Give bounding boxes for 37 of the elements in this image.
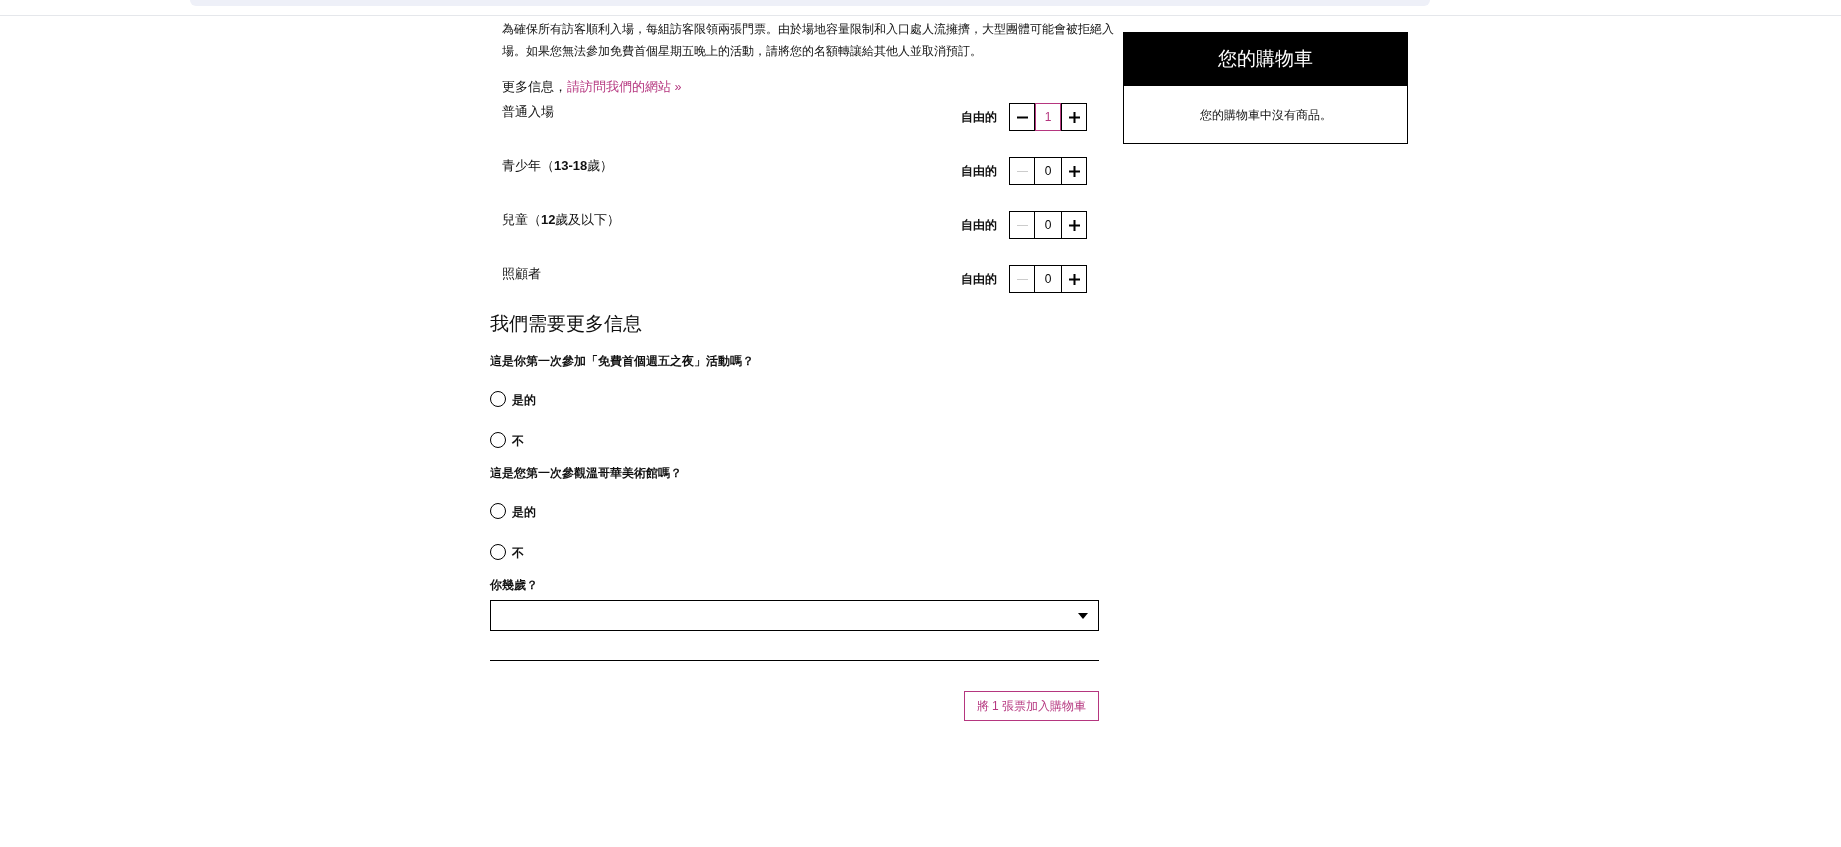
caret-icon (1078, 612, 1088, 619)
decrement-button[interactable] (1009, 103, 1035, 131)
increment-button[interactable] (1061, 103, 1087, 131)
option-label: 是的 (512, 505, 536, 521)
website-link[interactable]: 請訪問我們的網站 » (567, 76, 682, 98)
cart-title: 您的購物車 (1124, 33, 1407, 86)
availability-text: 自由的 (961, 109, 997, 126)
ticket-label: 普通入場 (502, 103, 554, 121)
quantity-field[interactable]: 0 (1035, 157, 1061, 185)
plus-icon (1068, 219, 1080, 231)
intro-paragraph: 為確保所有訪客順利入場，每組訪客限領兩張門票。由於場地容量限制和入口處人流擁擠，大型團體可能會被拒絕入場。如果您無法參加免費首個星期五晚上的活動，請將您的名額轉讓給其他人並取消預訂。 (501, 21, 1115, 60)
quantity-field[interactable]: 0 (1035, 265, 1061, 293)
question-label: 你幾歲？ (490, 578, 539, 593)
plus-icon (1068, 165, 1080, 177)
availability-text: 自由的 (961, 163, 997, 180)
question-label: 這是你第一次參加「免費首個週五之夜」活動嗎？ (490, 353, 755, 369)
add-to-cart-button[interactable]: 將 1 張票加入購物車 (963, 691, 1099, 722)
option-label: 不 (512, 434, 524, 450)
empty-cart-message: 您的購物車中沒有商品。 (1199, 106, 1332, 124)
increment-button[interactable] (1061, 265, 1087, 293)
question-label: 這是您第一次參觀溫哥華美術館嗎？ (490, 465, 683, 481)
availability-text: 自由的 (961, 217, 997, 234)
increment-button[interactable] (1061, 157, 1087, 185)
quantity-field[interactable]: 0 (1035, 211, 1061, 239)
increment-button[interactable] (1061, 211, 1087, 239)
option-label: 是的 (512, 393, 536, 409)
ticket-label: 青少年（13-18歲） (502, 157, 614, 175)
ticket-label: 照顧者 (502, 265, 541, 283)
plus-icon (1068, 273, 1080, 285)
section-heading: 我們需要更多信息 (490, 312, 643, 336)
ticket-label: 兒童（12歲及以下） (502, 211, 621, 229)
plus-icon (1068, 111, 1080, 123)
more-info-text: 更多信息， (502, 79, 567, 96)
quantity-field[interactable]: 1 (1035, 103, 1061, 131)
age-select[interactable] (490, 600, 1099, 632)
option-label: 不 (512, 546, 524, 562)
availability-text: 自由的 (961, 271, 997, 288)
